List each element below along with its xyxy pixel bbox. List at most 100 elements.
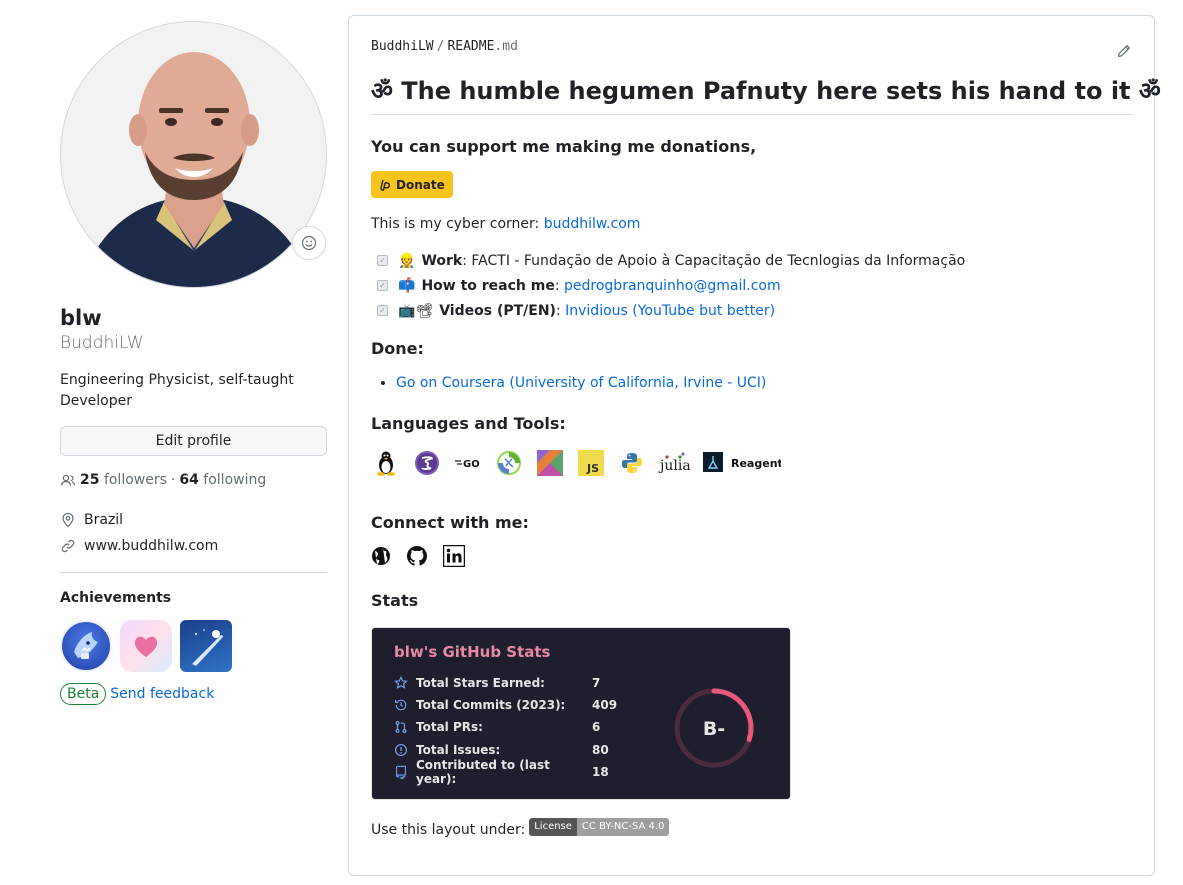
linkedin-link[interactable] bbox=[442, 544, 466, 571]
star-icon bbox=[394, 676, 408, 689]
stat-label: Contributed to (last year): bbox=[416, 758, 550, 786]
done-list: Go on Coursera (University of California… bbox=[371, 373, 1133, 393]
stat-label: Total Stars Earned: bbox=[416, 676, 545, 690]
location-text: Brazil bbox=[84, 512, 124, 528]
task-checkbox: ✓ bbox=[377, 305, 388, 316]
dot-separator: · bbox=[170, 472, 176, 488]
readme-file-base: README bbox=[447, 39, 495, 54]
profile-details: Brazil www.buddhilw.com bbox=[60, 507, 327, 559]
python-icon[interactable] bbox=[617, 448, 647, 478]
svg-text:GO: GO bbox=[463, 459, 480, 470]
profile-username: BuddhiLW bbox=[60, 333, 144, 353]
sidebar-divider bbox=[60, 572, 327, 573]
readme-breadcrumb: BuddhiLW / README.md bbox=[371, 39, 518, 54]
readme-title: ॐ The humble hegumen Pafnuty here sets h… bbox=[371, 74, 1161, 115]
edit-readme-button[interactable] bbox=[1117, 44, 1131, 62]
invidious-link[interactable]: Invidious (YouTube but better) bbox=[565, 303, 775, 319]
emacs-icon[interactable] bbox=[412, 448, 442, 478]
issue-icon bbox=[395, 744, 407, 756]
stat-value: 409 bbox=[592, 698, 618, 712]
smiley-icon bbox=[301, 235, 317, 251]
github-link[interactable] bbox=[407, 546, 427, 570]
cyber-corner-link[interactable]: buddhilw.com bbox=[544, 216, 641, 232]
julia-icon[interactable]: julia bbox=[658, 448, 692, 478]
task-item-contact: ✓ 📫 How to reach me: pedrogbranquinho@gm… bbox=[371, 273, 1133, 298]
task-list: ✓ 👷 Work: FACTI - Fundação de Apoio à Ca… bbox=[371, 248, 1133, 323]
task-emoji: 📺📽 bbox=[398, 302, 434, 319]
achievement-heart-badge[interactable] bbox=[120, 620, 172, 672]
done-heading: Done: bbox=[371, 339, 424, 358]
avatar-container bbox=[60, 21, 327, 288]
stat-value: 18 bbox=[592, 765, 609, 779]
pull-request-icon bbox=[395, 721, 407, 733]
stat-row-commits: Total Commits (2023): 409 bbox=[394, 696, 617, 714]
set-status-button[interactable] bbox=[292, 226, 326, 260]
readme-content: ॐ The humble hegumen Pafnuty here sets h… bbox=[371, 74, 1161, 838]
task-emoji: 👷 bbox=[398, 252, 416, 269]
achievements-beta-row: Beta Send feedback bbox=[60, 683, 327, 705]
website-globe-link[interactable] bbox=[371, 546, 391, 570]
stats-card-title: blw's GitHub Stats bbox=[394, 643, 551, 661]
followers-link[interactable]: 25 followers bbox=[80, 472, 167, 488]
github-icon bbox=[407, 546, 427, 566]
following-link[interactable]: 64 following bbox=[179, 472, 266, 488]
following-label: following bbox=[203, 472, 267, 488]
location-row: Brazil bbox=[60, 507, 327, 533]
link-icon bbox=[61, 539, 75, 553]
stat-value: 6 bbox=[592, 720, 601, 734]
achievement-shark-badge[interactable] bbox=[60, 620, 112, 672]
languages-heading: Languages and Tools: bbox=[371, 414, 566, 433]
task-text: FACTI - Fundação de Apoio à Capacitação … bbox=[471, 252, 966, 269]
svg-text:Reagent: Reagent bbox=[731, 457, 781, 470]
pencil-icon bbox=[1117, 44, 1131, 58]
shark-icon bbox=[74, 632, 98, 659]
stat-row-prs: Total PRs: 6 bbox=[394, 718, 600, 736]
readme-owner-link[interactable]: BuddhiLW bbox=[371, 39, 434, 54]
email-link[interactable]: pedrogbranquinho@gmail.com bbox=[564, 278, 781, 294]
javascript-icon[interactable]: JS bbox=[576, 448, 606, 478]
edit-profile-button[interactable]: Edit profile bbox=[60, 426, 327, 456]
donate-button[interactable]: Donate bbox=[371, 171, 453, 198]
github-stats-card[interactable]: blw's GitHub Stats Total Stars Earned: 7… bbox=[371, 627, 791, 800]
support-text: You can support me making me donations, bbox=[371, 137, 757, 156]
coursera-link[interactable]: Go on Coursera (University of California… bbox=[396, 375, 766, 391]
location-icon bbox=[62, 512, 74, 528]
rank-label: B- bbox=[703, 718, 725, 740]
followers-count: 25 bbox=[80, 472, 100, 488]
achievement-badges bbox=[60, 620, 327, 672]
task-label: Videos (PT/EN) bbox=[439, 302, 556, 319]
license-badge[interactable]: License CC BY-NC-SA 4.0 bbox=[529, 818, 670, 836]
cyber-prefix: This is my cyber corner: bbox=[371, 216, 544, 232]
send-feedback-link[interactable]: Send feedback bbox=[110, 686, 214, 702]
heart-icon bbox=[134, 636, 158, 657]
readme-file-link[interactable]: README.md bbox=[447, 39, 517, 54]
beta-label: Beta bbox=[60, 683, 107, 705]
linux-icon[interactable] bbox=[371, 448, 401, 478]
achievement-starstruck-badge[interactable] bbox=[180, 620, 232, 672]
comet-icon bbox=[192, 629, 223, 666]
task-emoji: 📫 bbox=[398, 277, 416, 294]
task-checkbox: ✓ bbox=[377, 255, 388, 266]
license-badge-left: License bbox=[529, 818, 577, 836]
done-item: Go on Coursera (University of California… bbox=[396, 373, 1133, 393]
reagent-icon[interactable]: Reagent bbox=[703, 448, 781, 478]
stat-row-stars: Total Stars Earned: 7 bbox=[394, 674, 600, 692]
go-icon[interactable]: GO bbox=[453, 448, 483, 478]
readme-box: BuddhiLW / README.md ॐ The humble hegumen … bbox=[348, 15, 1161, 876]
achievements-title: Achievements bbox=[60, 590, 172, 606]
people-icon bbox=[60, 474, 76, 486]
task-item-work: ✓ 👷 Work: FACTI - Fundação de Apoio à Ca… bbox=[371, 248, 1133, 273]
stats-heading: Stats bbox=[371, 591, 419, 610]
liberapay-icon bbox=[380, 179, 391, 191]
readme-file-ext: .md bbox=[494, 39, 518, 54]
following-count: 64 bbox=[179, 472, 199, 488]
avatar[interactable] bbox=[60, 21, 327, 288]
website-link[interactable]: www.buddhilw.com bbox=[84, 538, 218, 554]
history-icon bbox=[395, 699, 407, 711]
clojure-icon[interactable] bbox=[494, 448, 524, 478]
kotlin-icon[interactable] bbox=[535, 448, 565, 478]
profile-fullname: blw bbox=[60, 306, 102, 330]
avatar-portrait bbox=[61, 22, 326, 287]
linkedin-icon bbox=[442, 544, 466, 568]
follow-stats: 25 followers · 64 following bbox=[60, 469, 327, 491]
